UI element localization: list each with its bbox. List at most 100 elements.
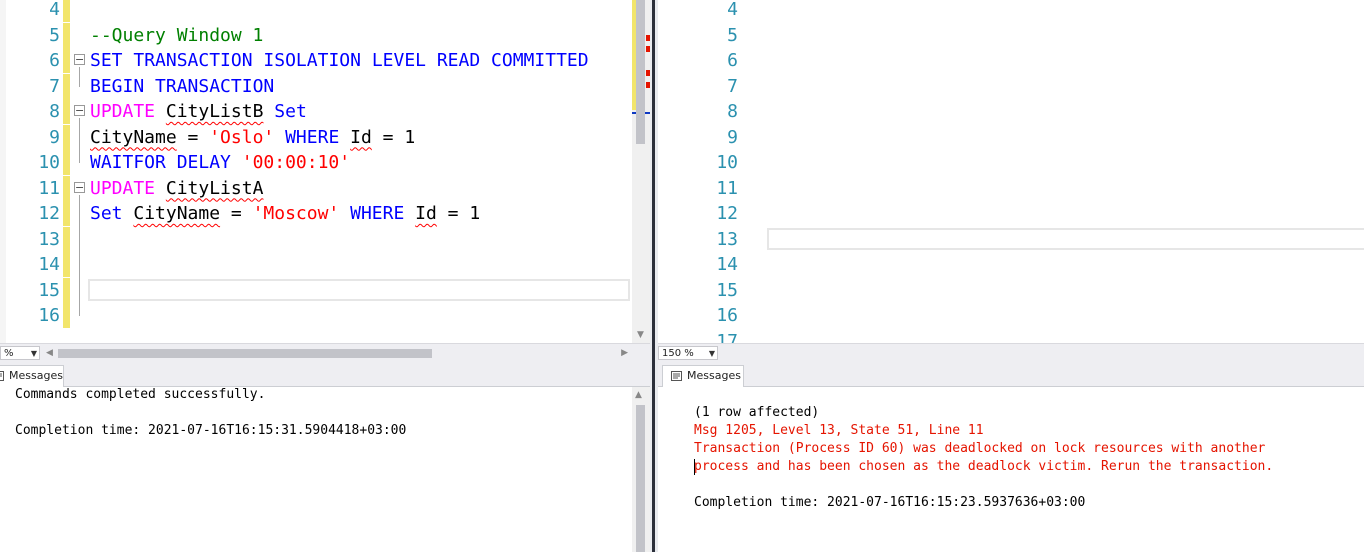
code-line[interactable]: 10WAITFOR DELAY '00:00:10': [658, 150, 1364, 175]
code-line[interactable]: 16: [0, 303, 632, 328]
line-number: 12: [716, 203, 738, 224]
code-line[interactable]: 11−UPDATE CityListB Set: [658, 176, 1364, 201]
line-number: 17: [716, 330, 738, 344]
code-token: --Query Window 1: [90, 24, 264, 46]
code-line[interactable]: 14: [0, 252, 632, 277]
code-line[interactable]: 13: [0, 226, 632, 252]
code-line[interactable]: 8 − UPDATE CityListB Set: [0, 99, 632, 124]
code-line[interactable]: 12CityName = 'Bucharest' WHERE Id = 1: [658, 201, 1364, 226]
message-line: (1 row affected): [694, 405, 820, 420]
code-token: =: [176, 126, 210, 148]
tab-messages[interactable]: Messages: [0, 365, 64, 387]
messages-vertical-scrollbar[interactable]: ▲: [632, 387, 650, 552]
line-number: 8: [727, 101, 738, 122]
line-number: 4: [727, 0, 738, 20]
code-line[interactable]: 5 --Query Window 1: [0, 22, 632, 48]
line-number: 10: [38, 152, 60, 173]
code-line[interactable]: 7BEGIN TRANSACTION: [658, 74, 1364, 99]
code-line[interactable]: 7 BEGIN TRANSACTION: [0, 73, 632, 99]
change-indicator: [63, 252, 70, 277]
chevron-down-icon: ▼: [708, 349, 715, 358]
code-editor[interactable]: 4 5--Query Window 26−SET TRANSACTION ISOL…: [658, 0, 1364, 343]
query-window-1: 4 5 --Query Window 1 6− SET TRANSACTION ISOL…: [0, 0, 650, 552]
change-indicator: [63, 0, 70, 22]
unresolved-identifier: Id: [415, 203, 437, 224]
code-line[interactable]: 10WAITFOR DELAY '00:00:10': [0, 150, 632, 175]
code-token: SET: [90, 50, 123, 71]
code-line[interactable]: 5--Query Window 2: [658, 23, 1364, 48]
zoom-dropdown[interactable]: % ▼: [0, 346, 40, 360]
editor-status-bar: 150 % ▼: [658, 343, 1364, 363]
messages-icon: [0, 371, 4, 381]
collapse-toggle-icon[interactable]: −: [74, 181, 85, 193]
change-indicator: [63, 175, 70, 201]
line-number: 15: [38, 279, 60, 301]
scroll-up-arrow-icon[interactable]: ▲: [635, 390, 642, 400]
line-number: 14: [716, 254, 738, 275]
code-text: UPDATE CityListB Set: [90, 99, 307, 124]
change-indicator: [63, 99, 70, 124]
scrollbar-thumb[interactable]: [636, 405, 645, 552]
code-token: UPDATE: [90, 177, 156, 199]
collapse-toggle-icon[interactable]: −: [74, 105, 85, 116]
unresolved-identifier: CityName: [133, 203, 221, 224]
code-line[interactable]: 16: [658, 303, 1364, 328]
collapse-toggle-icon[interactable]: −: [74, 54, 85, 65]
query-window-2: 4 5--Query Window 26−SET TRANSACTION ISOL…: [658, 0, 1364, 552]
code-line[interactable]: 6−SET TRANSACTION ISOLATION LEVEL READ C…: [658, 48, 1364, 73]
code-line[interactable]: 11 − UPDATE CityListA: [0, 175, 632, 201]
tab-messages[interactable]: Messages: [662, 365, 744, 387]
code-line[interactable]: 8−UPDATE CityListA Set: [658, 99, 1364, 124]
messages-panel[interactable]: (1 row affected) Msg 1205, Level 13, Stat…: [658, 387, 1364, 552]
code-token: UPDATE: [90, 101, 156, 122]
code-text: SET TRANSACTION ISOLATION LEVEL READ COM…: [90, 48, 589, 73]
code-line[interactable]: 12 Set CityName = 'Moscow' WHERE Id = 1: [0, 201, 632, 226]
scroll-down-arrow-icon[interactable]: ▼: [635, 330, 646, 341]
results-tabstrip: Messages: [658, 363, 1364, 387]
scroll-right-arrow-icon[interactable]: ▶: [621, 347, 628, 360]
code-line[interactable]: 9 CityName = 'Oslo' WHERE Id = 1: [0, 124, 632, 150]
line-number: 7: [49, 75, 60, 97]
message-line: Completion time: 2021-07-16T16:15:23.593…: [694, 495, 1086, 510]
messages-panel[interactable]: Commands completed successfully. Completi…: [0, 387, 650, 552]
scrollbar-thumb[interactable]: [58, 349, 432, 358]
line-number: 7: [727, 75, 738, 97]
code-line[interactable]: 14: [658, 252, 1364, 277]
code-line[interactable]: 6−SET TRANSACTION ISOLATION LEVEL READ C…: [0, 48, 632, 73]
code-line[interactable]: 4: [0, 0, 632, 22]
line-number: 13: [716, 228, 738, 250]
code-line[interactable]: 15: [658, 278, 1364, 303]
code-text: UPDATE CityListA: [90, 176, 263, 201]
change-indicator: [63, 22, 70, 48]
scroll-left-arrow-icon[interactable]: ◀: [46, 347, 53, 360]
unresolved-identifier: CityListA: [165, 177, 264, 199]
code-line[interactable]: 17: [658, 329, 1364, 344]
editor-horizontal-scrollbar[interactable]: ◀ ▶: [44, 347, 632, 360]
zoom-dropdown[interactable]: 150 % ▼: [658, 346, 718, 360]
change-indicator: [63, 48, 70, 73]
code-editor[interactable]: 4 5 --Query Window 1 6− SET TRANSACTION ISOL…: [0, 0, 632, 343]
error-message-line: process and has been chosen as the deadl…: [694, 459, 1274, 474]
unresolved-identifier: CityName: [90, 126, 177, 148]
code-token: BEGIN: [90, 75, 145, 97]
fold-guide: [79, 67, 80, 87]
code-line[interactable]: 9CityName = 'Berlin' WHERE Id = 1: [658, 125, 1364, 150]
line-number: 5: [727, 24, 738, 46]
line-number: 16: [716, 305, 738, 326]
code-token: =: [220, 203, 253, 224]
window-splitter[interactable]: [650, 0, 658, 552]
code-token: TRANSACTION: [155, 75, 275, 97]
scrollbar-thumb[interactable]: [636, 0, 645, 144]
code-token: '00:00:10': [241, 152, 351, 173]
code-line[interactable]: 4: [658, 0, 1364, 22]
editor-vertical-scrollbar[interactable]: ▼: [632, 0, 650, 343]
code-token: = 1: [371, 126, 416, 148]
